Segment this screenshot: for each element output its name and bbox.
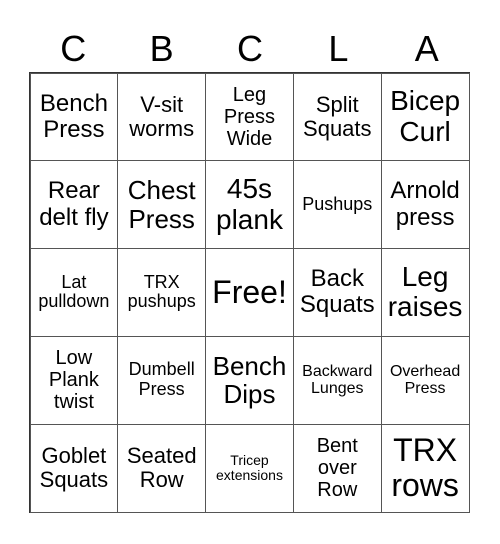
free-cell[interactable]: Free! [205, 248, 294, 337]
header-letter: C [60, 28, 87, 69]
bingo-cell[interactable]: TRX rows [380, 423, 470, 513]
bingo-cell[interactable]: Bicep Curl [380, 72, 470, 162]
bingo-cell[interactable]: Goblet Squats [29, 423, 119, 513]
bingo-cell[interactable]: V-sit worms [117, 72, 207, 162]
bingo-header: C B C L A [29, 26, 471, 72]
bingo-cell[interactable]: Tricep extensions [205, 423, 294, 513]
bingo-cell[interactable]: 45s plank [205, 160, 294, 250]
bingo-cell[interactable]: Pushups [292, 160, 382, 250]
bingo-cell[interactable]: Split Squats [292, 72, 382, 162]
bingo-cell[interactable]: Chest Press [117, 160, 207, 250]
bingo-cell[interactable]: Bench Press [29, 72, 119, 162]
bingo-cell[interactable]: Lat pulldown [29, 248, 119, 337]
header-letter: B [149, 28, 174, 69]
bingo-cell[interactable]: Leg Press Wide [205, 72, 294, 162]
bingo-cell[interactable]: Arnold press [380, 160, 470, 250]
bingo-cell[interactable]: Bench Dips [205, 335, 294, 425]
header-letter: A [414, 28, 439, 69]
bingo-grid: Bench Press V-sit worms Leg Press Wide S… [29, 72, 470, 513]
bingo-cell[interactable]: TRX pushups [117, 248, 207, 337]
bingo-cell[interactable]: Rear delt fly [29, 160, 119, 250]
bingo-cell[interactable]: Overhead Press [380, 335, 470, 425]
bingo-cell[interactable]: Low Plank twist [29, 335, 119, 425]
header-letter: C [236, 28, 263, 69]
bingo-cell[interactable]: Back Squats [292, 248, 382, 337]
bingo-cell[interactable]: Seated Row [117, 423, 207, 513]
bingo-cell[interactable]: Dumbell Press [117, 335, 207, 425]
header-letter: L [328, 28, 349, 69]
bingo-cell[interactable]: Backward Lunges [292, 335, 382, 425]
bingo-cell[interactable]: Leg raises [380, 248, 470, 337]
bingo-cell[interactable]: Bent over Row [292, 423, 382, 513]
